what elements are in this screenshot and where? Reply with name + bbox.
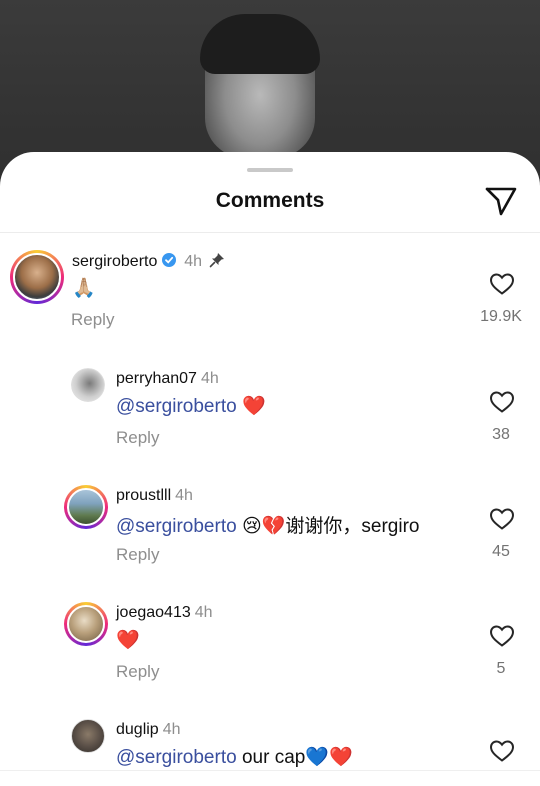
page-title: Comments xyxy=(215,189,325,212)
comment-item: perryhan07 4h @sergiroberto ❤️ Reply 38 xyxy=(0,368,540,468)
comment-item: duglip 4h @sergiroberto our cap💙❤️ xyxy=(0,719,540,771)
avatar[interactable] xyxy=(71,368,105,402)
comment-text: @sergiroberto 😢💔谢谢你，sergiro xyxy=(116,516,420,537)
comments-sheet: Comments sergiroberto 4h 🙏🏼 Reply 19.9K … xyxy=(0,152,540,786)
pin-icon xyxy=(209,252,225,268)
reply-button[interactable]: Reply xyxy=(116,545,159,565)
comment-text: 🙏🏼 xyxy=(72,278,96,299)
comment-text: ❤️ xyxy=(116,630,140,651)
comment-username[interactable]: joegao413 4h xyxy=(116,604,213,622)
avatar[interactable] xyxy=(64,485,108,529)
like-count: 45 xyxy=(492,543,510,560)
comment-username[interactable]: proustlll 4h xyxy=(116,487,193,505)
comment-item: proustlll 4h @sergiroberto 😢💔谢谢你，sergiro … xyxy=(0,485,540,585)
comment-text: @sergiroberto ❤️ xyxy=(116,396,266,417)
like-count: 19.9K xyxy=(480,308,522,325)
send-icon[interactable] xyxy=(484,185,518,217)
heart-outline-icon[interactable] xyxy=(489,390,515,414)
reply-button[interactable]: Reply xyxy=(116,428,159,448)
drag-handle[interactable] xyxy=(247,168,293,172)
comment-username[interactable]: duglip 4h xyxy=(116,721,181,739)
avatar[interactable] xyxy=(10,250,64,304)
reply-button[interactable]: Reply xyxy=(71,310,114,330)
avatar[interactable] xyxy=(71,719,105,753)
like-count: 5 xyxy=(496,660,506,677)
reply-button[interactable]: Reply xyxy=(116,662,159,682)
like-count: 38 xyxy=(492,426,510,443)
avatar[interactable] xyxy=(64,602,108,646)
verified-badge-icon xyxy=(161,253,176,267)
mention-link[interactable]: @sergiroberto xyxy=(116,747,237,768)
mention-link[interactable]: @sergiroberto xyxy=(116,516,237,537)
mention-link[interactable]: @sergiroberto xyxy=(116,396,237,417)
heart-outline-icon[interactable] xyxy=(489,272,515,296)
heart-outline-icon[interactable] xyxy=(489,507,515,531)
header-divider xyxy=(0,232,540,233)
heart-outline-icon[interactable] xyxy=(489,624,515,648)
comment-username[interactable]: sergiroberto 4h xyxy=(72,252,225,271)
comment-input-area xyxy=(0,770,540,786)
comment-item: joegao413 4h ❤️ Reply 5 xyxy=(0,602,540,702)
comment-username[interactable]: perryhan07 4h xyxy=(116,370,219,388)
comment-text: @sergiroberto our cap💙❤️ xyxy=(116,747,353,768)
heart-outline-icon[interactable] xyxy=(489,739,515,763)
comment-item: sergiroberto 4h 🙏🏼 Reply 19.9K xyxy=(0,250,540,350)
